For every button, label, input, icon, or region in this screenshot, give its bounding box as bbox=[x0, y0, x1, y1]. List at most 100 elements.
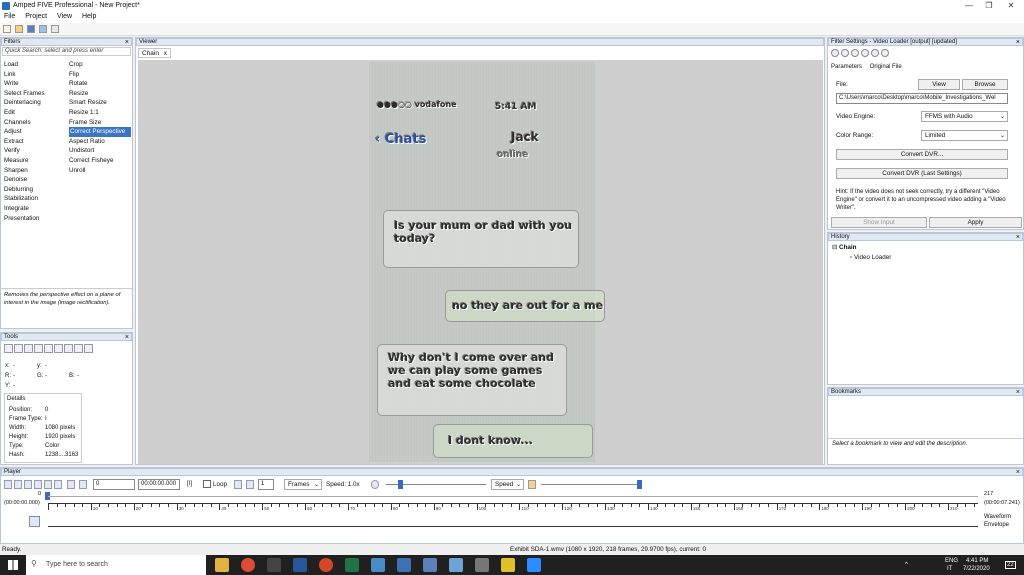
filter-item[interactable]: Aspect Ratio bbox=[69, 137, 131, 147]
tab-chain[interactable]: Chain x bbox=[138, 48, 171, 58]
filter-item[interactable]: Correct Fisheye bbox=[69, 156, 131, 166]
add-tool-icon[interactable] bbox=[84, 344, 93, 353]
step-forward-icon[interactable] bbox=[246, 480, 254, 489]
view-button[interactable]: View bbox=[918, 79, 960, 90]
save-as-icon[interactable] bbox=[39, 25, 47, 33]
first-frame-icon[interactable] bbox=[24, 480, 32, 489]
menu-file[interactable]: File bbox=[0, 12, 19, 21]
rectangle-tool-icon[interactable] bbox=[44, 344, 53, 353]
refresh-icon[interactable] bbox=[861, 49, 869, 57]
word-icon[interactable] bbox=[293, 558, 307, 572]
filter-item[interactable]: Resize bbox=[69, 89, 131, 99]
minimize-button[interactable]: — bbox=[958, 0, 980, 12]
tray-chevron-icon[interactable]: ^ bbox=[905, 562, 908, 568]
zoom-tool-icon[interactable] bbox=[14, 344, 23, 353]
zoom-icon[interactable] bbox=[527, 558, 541, 572]
taskbar-search-box[interactable]: ⚲ Type here to search bbox=[26, 555, 206, 575]
app-icon[interactable] bbox=[267, 558, 281, 572]
category-item[interactable]: Select Frames bbox=[4, 89, 66, 99]
checkbox-icon[interactable] bbox=[831, 49, 839, 57]
category-item[interactable]: Load bbox=[4, 60, 66, 70]
new-project-icon[interactable] bbox=[3, 25, 11, 33]
apply-button[interactable]: Apply bbox=[929, 217, 1022, 228]
category-item[interactable]: Stabilization bbox=[4, 194, 66, 204]
lang-secondary[interactable]: IT bbox=[947, 566, 952, 572]
filter-item[interactable]: Flip bbox=[69, 70, 131, 80]
convert-dvr-button[interactable]: Convert DVR... bbox=[836, 149, 1008, 160]
category-item[interactable]: Link bbox=[4, 70, 66, 80]
color-range-select[interactable]: Limited ⌄ bbox=[921, 130, 1008, 141]
menu-project[interactable]: Project bbox=[21, 12, 51, 21]
category-item[interactable]: Deblurring bbox=[4, 185, 66, 195]
category-item[interactable]: Presentation bbox=[4, 214, 66, 224]
filter-item[interactable]: Crop bbox=[69, 60, 131, 70]
filter-item[interactable]: Resize 1:1 bbox=[69, 108, 131, 118]
volume-slider-track[interactable] bbox=[541, 484, 641, 485]
settings-icon[interactable] bbox=[29, 516, 40, 527]
app-icon[interactable] bbox=[449, 558, 463, 572]
clock-time[interactable]: 4:41 PM bbox=[966, 558, 988, 564]
close-icon[interactable]: × bbox=[125, 334, 129, 341]
step-back-icon[interactable] bbox=[234, 480, 242, 489]
lang-primary[interactable]: ENG bbox=[945, 558, 958, 564]
forward-icon[interactable] bbox=[881, 49, 889, 57]
sticky-notes-icon[interactable] bbox=[501, 558, 515, 572]
pointer-tool-icon[interactable] bbox=[4, 344, 13, 353]
app-icon[interactable] bbox=[475, 558, 489, 572]
clock-date[interactable]: 7/22/2020 bbox=[963, 566, 990, 572]
category-item[interactable]: Integrate bbox=[4, 204, 66, 214]
settings-icon[interactable] bbox=[841, 49, 849, 57]
frame-number-input[interactable]: 0 bbox=[93, 479, 135, 490]
amped-five-icon[interactable] bbox=[397, 558, 411, 572]
time-input[interactable]: 00:00:00.000 bbox=[138, 479, 180, 490]
hand-tool-icon[interactable] bbox=[34, 344, 43, 353]
filter-item[interactable]: Unroll bbox=[69, 166, 131, 176]
play-icon[interactable] bbox=[4, 480, 12, 489]
menu-view[interactable]: View bbox=[53, 12, 76, 21]
browse-button[interactable]: Browse bbox=[962, 79, 1008, 90]
filter-item-selected[interactable]: Correct Perspective bbox=[69, 127, 131, 137]
back-icon[interactable] bbox=[871, 49, 879, 57]
filter-item[interactable]: Smart Resize bbox=[69, 98, 131, 108]
category-item[interactable]: Write bbox=[4, 79, 66, 89]
mark-in-icon[interactable] bbox=[67, 480, 75, 489]
category-item[interactable]: Edit bbox=[4, 108, 66, 118]
step-unit-select[interactable]: Frames ⌄ bbox=[284, 479, 322, 490]
close-icon[interactable]: × bbox=[1016, 234, 1020, 241]
filter-item[interactable]: Undistort bbox=[69, 146, 131, 156]
category-item[interactable]: Adjust bbox=[4, 127, 66, 137]
menu-help[interactable]: Help bbox=[78, 12, 100, 21]
windows-start-icon[interactable] bbox=[8, 560, 18, 570]
pan-tool-icon[interactable] bbox=[24, 344, 33, 353]
close-icon[interactable]: × bbox=[125, 39, 129, 46]
powerpoint-icon[interactable] bbox=[319, 558, 333, 572]
history-chain-node[interactable]: ⊟ Chain bbox=[832, 244, 857, 251]
category-item[interactable]: Channels bbox=[4, 118, 66, 128]
line-tool-icon[interactable] bbox=[54, 344, 63, 353]
amped-replay-icon[interactable] bbox=[423, 558, 437, 572]
tab-original-file[interactable]: Original File bbox=[870, 64, 902, 70]
save-icon[interactable] bbox=[27, 25, 35, 33]
category-item[interactable]: Verify bbox=[4, 146, 66, 156]
notification-icon[interactable]: 22 bbox=[1005, 561, 1016, 569]
file-path-input[interactable]: C:\Users\marco\Desktop\marco\Mobile_Inve… bbox=[836, 93, 1008, 104]
last-frame-icon[interactable] bbox=[54, 480, 62, 489]
convert-dvr-last-button[interactable]: Convert DVR (Last Settings) bbox=[836, 168, 1008, 179]
lock-icon[interactable] bbox=[851, 49, 859, 57]
prev-frame-icon[interactable] bbox=[34, 480, 42, 489]
measure-tool-icon[interactable] bbox=[64, 344, 73, 353]
reset-speed-icon[interactable] bbox=[371, 480, 379, 489]
category-item[interactable]: Sharpen bbox=[4, 166, 66, 176]
maximize-button[interactable]: ❐ bbox=[978, 0, 1000, 12]
next-frame-icon[interactable] bbox=[44, 480, 52, 489]
close-button[interactable]: ✕ bbox=[1000, 0, 1022, 12]
amped-app-icon[interactable] bbox=[371, 558, 385, 572]
speed-slider-thumb[interactable] bbox=[398, 480, 403, 489]
category-item[interactable]: Measure bbox=[4, 156, 66, 166]
category-item[interactable]: Denoise bbox=[4, 175, 66, 185]
chrome-icon[interactable] bbox=[241, 558, 255, 572]
close-icon[interactable]: × bbox=[1016, 469, 1020, 476]
show-input-button[interactable]: Show Input bbox=[831, 217, 927, 228]
tab-parameters[interactable]: Parameters bbox=[831, 64, 862, 70]
stop-icon[interactable] bbox=[14, 480, 22, 489]
